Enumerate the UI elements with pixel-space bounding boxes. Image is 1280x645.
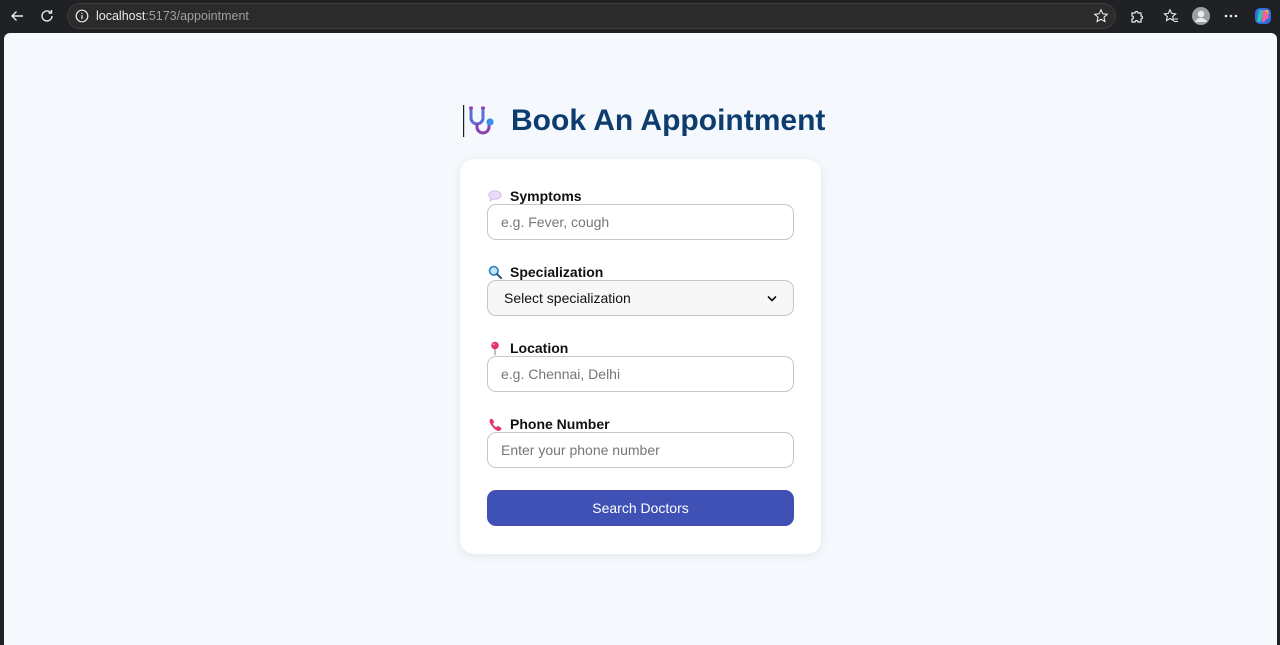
reload-button[interactable] [35,4,59,28]
specialization-label: Specialization [488,264,603,280]
browser-toolbar: localhost:5173/appointment [0,0,1280,33]
url-host: localhost [96,9,146,23]
magnifier-icon [488,265,502,279]
specialization-label-text: Specialization [510,264,604,280]
url-text: localhost:5173/appointment [96,9,249,23]
site-info-icon[interactable] [75,9,89,23]
more-horizontal-icon [1224,14,1238,18]
pin-icon [488,341,502,355]
puzzle-icon [1131,10,1144,23]
extensions-button[interactable] [1126,5,1148,27]
more-menu-button[interactable] [1220,5,1242,27]
page-heading: Book An Appointment [463,103,825,139]
avatar-icon [1192,7,1210,25]
copilot-icon [1255,8,1271,24]
location-input[interactable] [487,356,794,392]
back-arrow-icon [11,11,23,21]
bookmark-star-icon[interactable] [1093,8,1109,24]
phone-icon [488,417,502,431]
favorites-button[interactable] [1160,5,1182,27]
address-bar[interactable]: localhost:5173/appointment [67,3,1116,29]
phone-input[interactable] [487,432,794,468]
back-button[interactable] [5,4,29,28]
location-label: Location [488,340,568,356]
speech-bubble-icon [488,189,502,203]
search-doctors-button[interactable]: Search Doctors [487,490,794,526]
specialization-selected-value: Select specialization [504,290,631,306]
appointment-form: Symptoms Specialization Select specializ… [460,159,821,554]
chevron-down-icon [767,295,777,302]
specialization-select[interactable]: Select specialization [487,280,794,316]
copilot-button[interactable] [1252,5,1274,27]
phone-label-text: Phone Number [510,416,610,432]
location-label-text: Location [510,340,569,356]
url-path: :5173/appointment [145,9,249,23]
symptoms-label: Symptoms [488,188,582,204]
page-title: Book An Appointment [511,104,826,137]
phone-label: Phone Number [488,416,610,432]
symptoms-label-text: Symptoms [510,188,582,204]
profile-button[interactable] [1190,5,1212,27]
page-viewport: Book An Appointment Symptoms Specializat… [4,33,1277,645]
reload-icon [41,10,53,22]
stethoscope-icon [463,103,503,139]
symptoms-input[interactable] [487,204,794,240]
favorites-star-icon [1163,8,1178,23]
